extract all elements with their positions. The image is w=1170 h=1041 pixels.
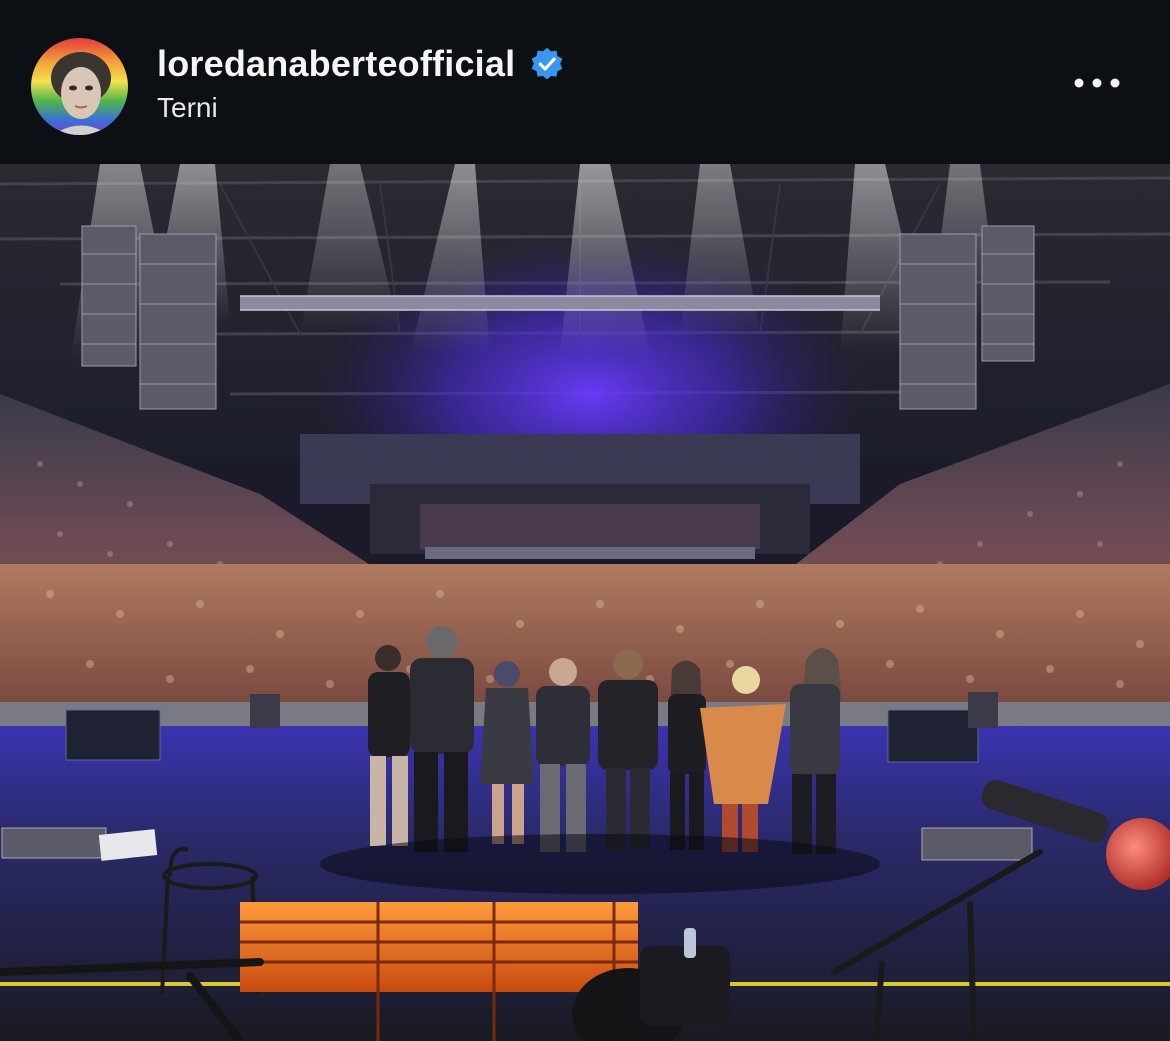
verified-badge-icon — [529, 46, 565, 82]
profile-avatar[interactable] — [31, 38, 128, 135]
location-link[interactable]: Terni — [157, 92, 218, 124]
post-header: loredanaberteofficial Terni — [0, 0, 1170, 164]
avatar-image-icon — [31, 38, 128, 135]
post-photo[interactable] — [0, 164, 1170, 1041]
concert-stage-photo-icon — [0, 164, 1170, 1041]
username[interactable]: loredanaberteofficial — [157, 43, 515, 85]
more-options-button[interactable] — [1062, 60, 1132, 106]
username-row: loredanaberteofficial — [157, 42, 565, 86]
more-options-icon — [1074, 78, 1120, 88]
